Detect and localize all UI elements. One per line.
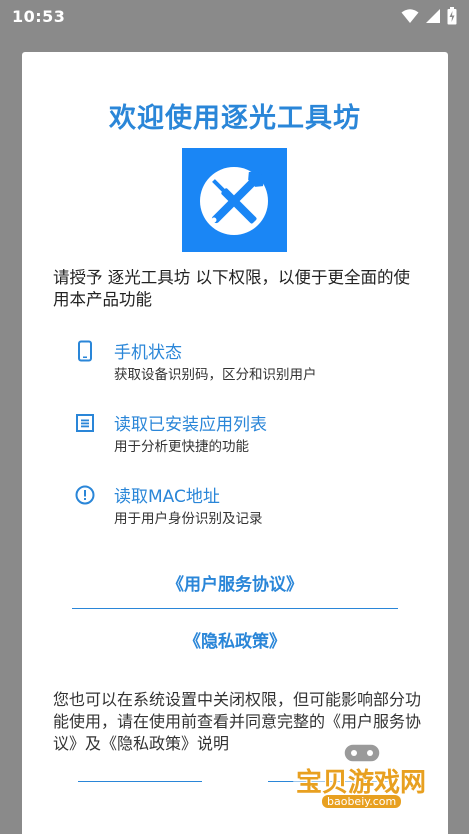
app-logo bbox=[182, 148, 287, 252]
permission-desc: 用于用户身份识别及记录 bbox=[114, 511, 263, 527]
user-agreement-link[interactable]: 《用户服务协议》 bbox=[22, 570, 448, 595]
list-icon bbox=[76, 414, 94, 432]
dialog-title: 欢迎使用逐光工具坊 bbox=[109, 103, 361, 134]
permission-desc: 用于分析更快捷的功能 bbox=[114, 439, 249, 455]
permission-title: 读取已安装应用列表 bbox=[114, 415, 267, 435]
decline-button[interactable] bbox=[78, 781, 202, 782]
permission-title: 读取MAC地址 bbox=[114, 487, 220, 507]
wrench-screwdriver-icon bbox=[200, 167, 268, 235]
status-time: 10:53 bbox=[12, 6, 66, 26]
permission-item-mac-address: 读取MAC地址 用于用户身份识别及记录 bbox=[74, 482, 414, 528]
phone-icon bbox=[78, 340, 92, 362]
watermark-text: 宝贝游戏网 bbox=[296, 768, 427, 798]
divider bbox=[72, 608, 398, 609]
permission-dialog: 欢迎使用逐光工具坊 请授予 逐光工具坊 以下权限，以便于更全面的使用本产品功能 … bbox=[22, 52, 448, 834]
info-icon bbox=[75, 485, 95, 505]
permission-title: 手机状态 bbox=[114, 343, 182, 363]
permission-item-app-list: 读取已安装应用列表 用于分析更快捷的功能 bbox=[74, 410, 414, 456]
wifi-icon bbox=[401, 9, 419, 23]
privacy-policy-link[interactable]: 《隐私政策》 bbox=[22, 627, 448, 652]
permission-intro: 请授予 逐光工具坊 以下权限，以便于更全面的使用本产品功能 bbox=[53, 268, 410, 309]
battery-icon bbox=[447, 7, 457, 25]
watermark-url: baobeiy.com bbox=[322, 795, 402, 808]
status-bar: 10:53 bbox=[0, 0, 469, 32]
permission-desc: 获取设备识别码，区分和识别用户 bbox=[114, 367, 317, 383]
permission-item-phone-state: 手机状态 获取设备识别码，区分和识别用户 bbox=[74, 338, 414, 384]
status-icons bbox=[401, 7, 457, 25]
watermark-logo: 宝贝游戏网 baobeiy.com bbox=[288, 742, 438, 822]
signal-icon bbox=[426, 9, 440, 23]
